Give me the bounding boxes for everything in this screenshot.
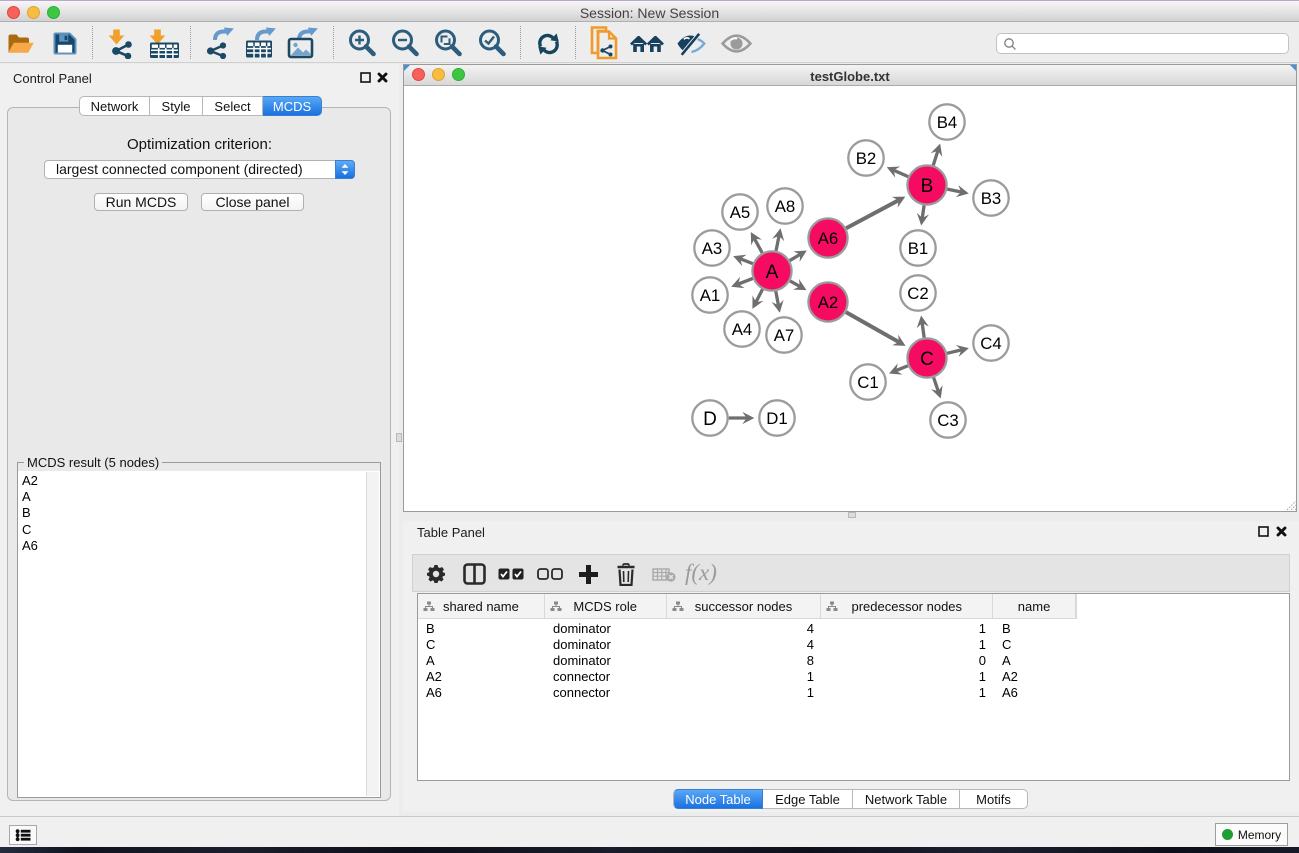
svg-text:A8: A8 — [775, 197, 796, 216]
svg-text:C2: C2 — [907, 284, 928, 303]
svg-text:A2: A2 — [818, 293, 839, 312]
svg-text:B1: B1 — [908, 239, 929, 258]
svg-text:B: B — [921, 176, 934, 197]
svg-text:A5: A5 — [730, 203, 751, 222]
svg-text:A7: A7 — [774, 326, 795, 345]
svg-text:B4: B4 — [937, 113, 958, 132]
svg-text:C3: C3 — [937, 411, 958, 430]
svg-text:C: C — [920, 349, 934, 370]
svg-text:A6: A6 — [818, 229, 839, 248]
svg-text:A1: A1 — [700, 286, 721, 305]
svg-text:D1: D1 — [766, 409, 787, 428]
svg-text:A: A — [766, 262, 779, 283]
svg-text:C1: C1 — [857, 373, 878, 392]
svg-text:A3: A3 — [702, 239, 723, 258]
svg-text:D: D — [703, 409, 717, 430]
svg-text:A4: A4 — [732, 320, 753, 339]
svg-text:B2: B2 — [856, 149, 877, 168]
svg-text:C4: C4 — [980, 334, 1001, 353]
svg-text:B3: B3 — [981, 189, 1002, 208]
